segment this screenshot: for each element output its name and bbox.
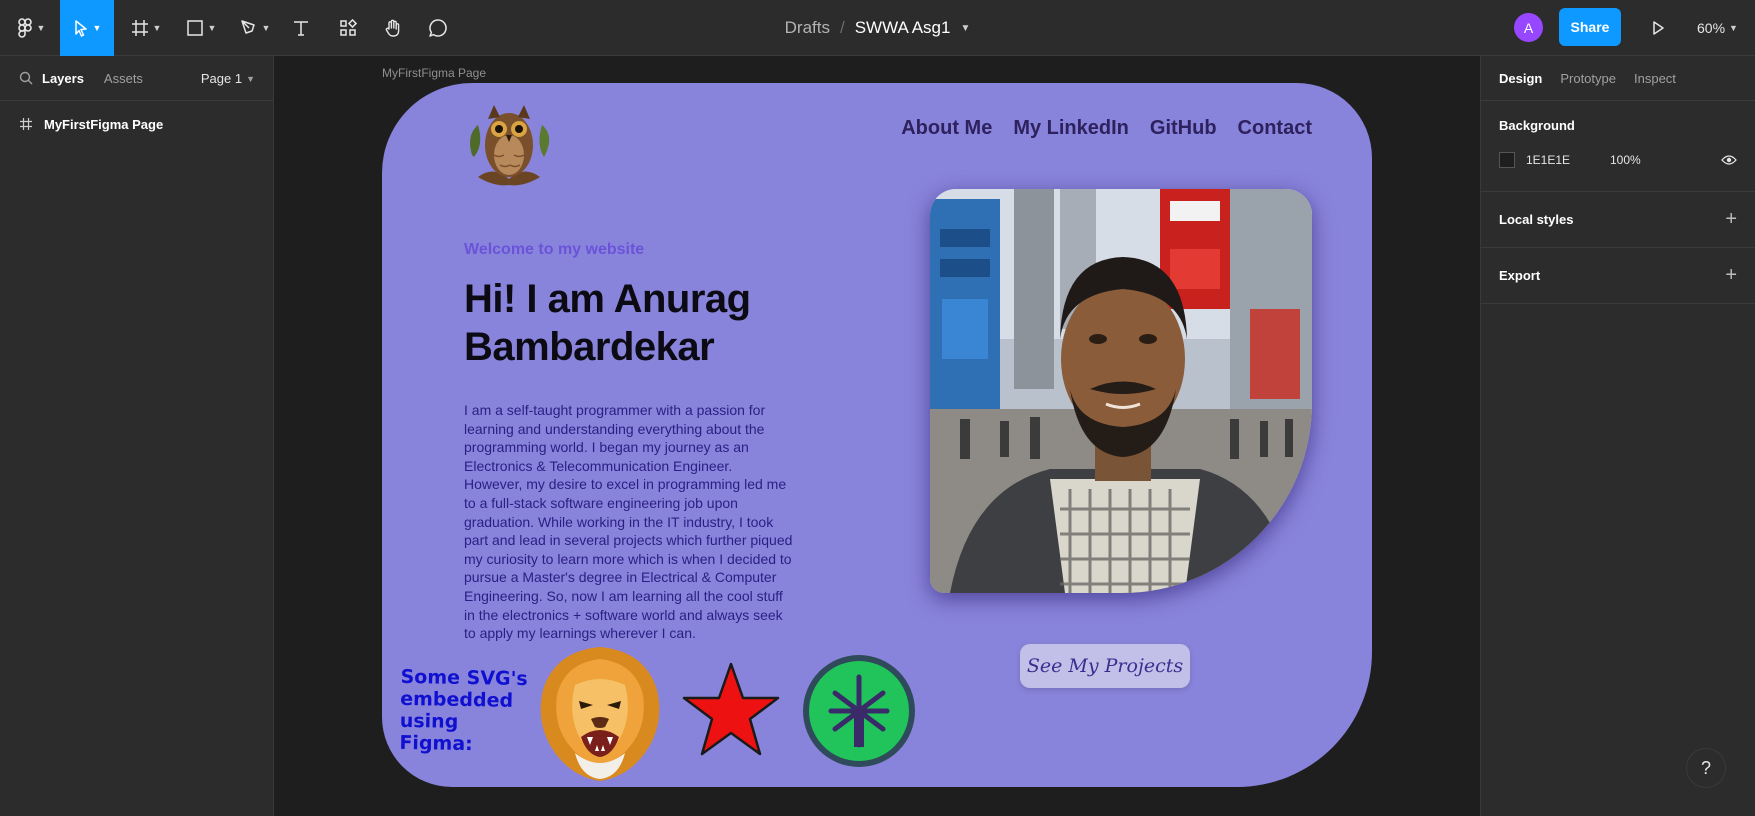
local-styles-section: Local styles + <box>1481 192 1755 248</box>
nav-about-me[interactable]: About Me <box>901 117 992 140</box>
eye-icon[interactable] <box>1721 154 1737 166</box>
tab-layers[interactable]: Layers <box>42 71 84 86</box>
search-icon[interactable] <box>19 71 33 85</box>
green-badge-icon <box>803 655 915 767</box>
left-panel-tabs: Layers Assets Page 1 ▼ <box>0 56 273 101</box>
comment-icon[interactable] <box>425 0 451 56</box>
color-swatch[interactable] <box>1499 152 1515 168</box>
page-selector-label: Page 1 <box>200 71 243 86</box>
tab-inspect[interactable]: Inspect <box>1634 71 1676 86</box>
lion-icon <box>540 647 660 781</box>
profile-photo <box>930 189 1312 593</box>
background-fill-row: 1E1E1E 100% <box>1499 145 1737 175</box>
welcome-text: Welcome to my website <box>464 241 645 258</box>
help-button[interactable]: ? <box>1686 748 1726 788</box>
bio-paragraph: I am a self-taught programmer with a pas… <box>464 402 793 642</box>
add-style-icon[interactable]: + <box>1725 208 1737 231</box>
chevron-down-icon: ▼ <box>246 73 255 84</box>
file-name[interactable]: SWWA Asg1 <box>855 18 951 38</box>
properties-panel: Design Prototype Inspect Background 1E1E… <box>1480 56 1755 816</box>
tab-prototype[interactable]: Prototype <box>1560 71 1616 86</box>
hero-heading-line1: Hi! I am Anurag <box>464 277 751 321</box>
nav-contact[interactable]: Contact <box>1238 117 1312 140</box>
hero-heading-line2: Bambardekar <box>464 325 715 369</box>
design-frame[interactable]: About Me My LinkedIn GitHub Contact Welc… <box>382 83 1372 787</box>
local-styles-title: Local styles <box>1499 212 1574 227</box>
frame-tool-icon[interactable]: ▼ <box>126 0 166 56</box>
tab-design[interactable]: Design <box>1499 71 1542 86</box>
resources-icon[interactable] <box>335 0 361 56</box>
present-play-icon[interactable] <box>1646 0 1670 56</box>
avatar[interactable]: A <box>1514 13 1543 42</box>
owl-logo-icon <box>470 105 550 186</box>
profile-photo-image <box>930 189 1312 593</box>
add-export-icon[interactable]: + <box>1725 264 1737 287</box>
frame-icon <box>20 118 32 130</box>
text-tool-icon[interactable] <box>288 0 314 56</box>
layer-item[interactable]: MyFirstFigma Page <box>0 105 273 143</box>
hand-tool-icon[interactable] <box>380 0 406 56</box>
nav-linkedin[interactable]: My LinkedIn <box>1013 117 1129 140</box>
background-hex[interactable]: 1E1E1E <box>1526 153 1610 167</box>
nav-github[interactable]: GitHub <box>1150 117 1217 140</box>
top-toolbar: ▼ ▼ ▼ ▼ ▼ Drafts / SWWA Asg1 ▼ A Share 6… <box>0 0 1755 56</box>
move-tool-icon[interactable]: ▼ <box>60 0 114 56</box>
zoom-menu[interactable]: 60% ▼ <box>1697 0 1738 56</box>
layer-name: MyFirstFigma Page <box>44 116 164 132</box>
hero-heading: Hi! I am Anurag Bambardekar <box>464 275 804 371</box>
frame-label[interactable]: MyFirstFigma Page <box>382 66 486 80</box>
background-title: Background <box>1499 118 1575 133</box>
pen-tool-icon[interactable]: ▼ <box>234 0 276 56</box>
share-button[interactable]: Share <box>1559 8 1621 46</box>
export-title: Export <box>1499 268 1541 283</box>
red-star-icon <box>682 662 780 756</box>
chevron-down-icon: ▼ <box>1729 23 1738 33</box>
site-nav: About Me My LinkedIn GitHub Contact <box>880 117 1312 140</box>
breadcrumb-separator: / <box>839 18 845 37</box>
background-opacity[interactable]: 100% <box>1610 153 1641 167</box>
page-selector[interactable]: Page 1 ▼ <box>201 56 255 101</box>
see-projects-button[interactable]: See My Projects <box>1020 644 1190 688</box>
chevron-down-icon[interactable]: ▼ <box>960 23 970 34</box>
breadcrumb-drafts[interactable]: Drafts <box>785 18 830 38</box>
zoom-level: 60% <box>1697 20 1726 36</box>
rectangle-tool-icon[interactable]: ▼ <box>180 0 222 56</box>
background-section: Background 1E1E1E 100% <box>1481 101 1755 192</box>
export-section: Export + <box>1481 248 1755 304</box>
layers-panel: Layers Assets Page 1 ▼ MyFirstFigma Page <box>0 56 274 816</box>
svg-caption: Some SVG's embedded using Figma: <box>399 665 528 756</box>
right-panel-tabs: Design Prototype Inspect <box>1481 56 1755 101</box>
figma-menu-icon[interactable]: ▼ <box>10 0 52 56</box>
tab-assets[interactable]: Assets <box>104 71 143 86</box>
